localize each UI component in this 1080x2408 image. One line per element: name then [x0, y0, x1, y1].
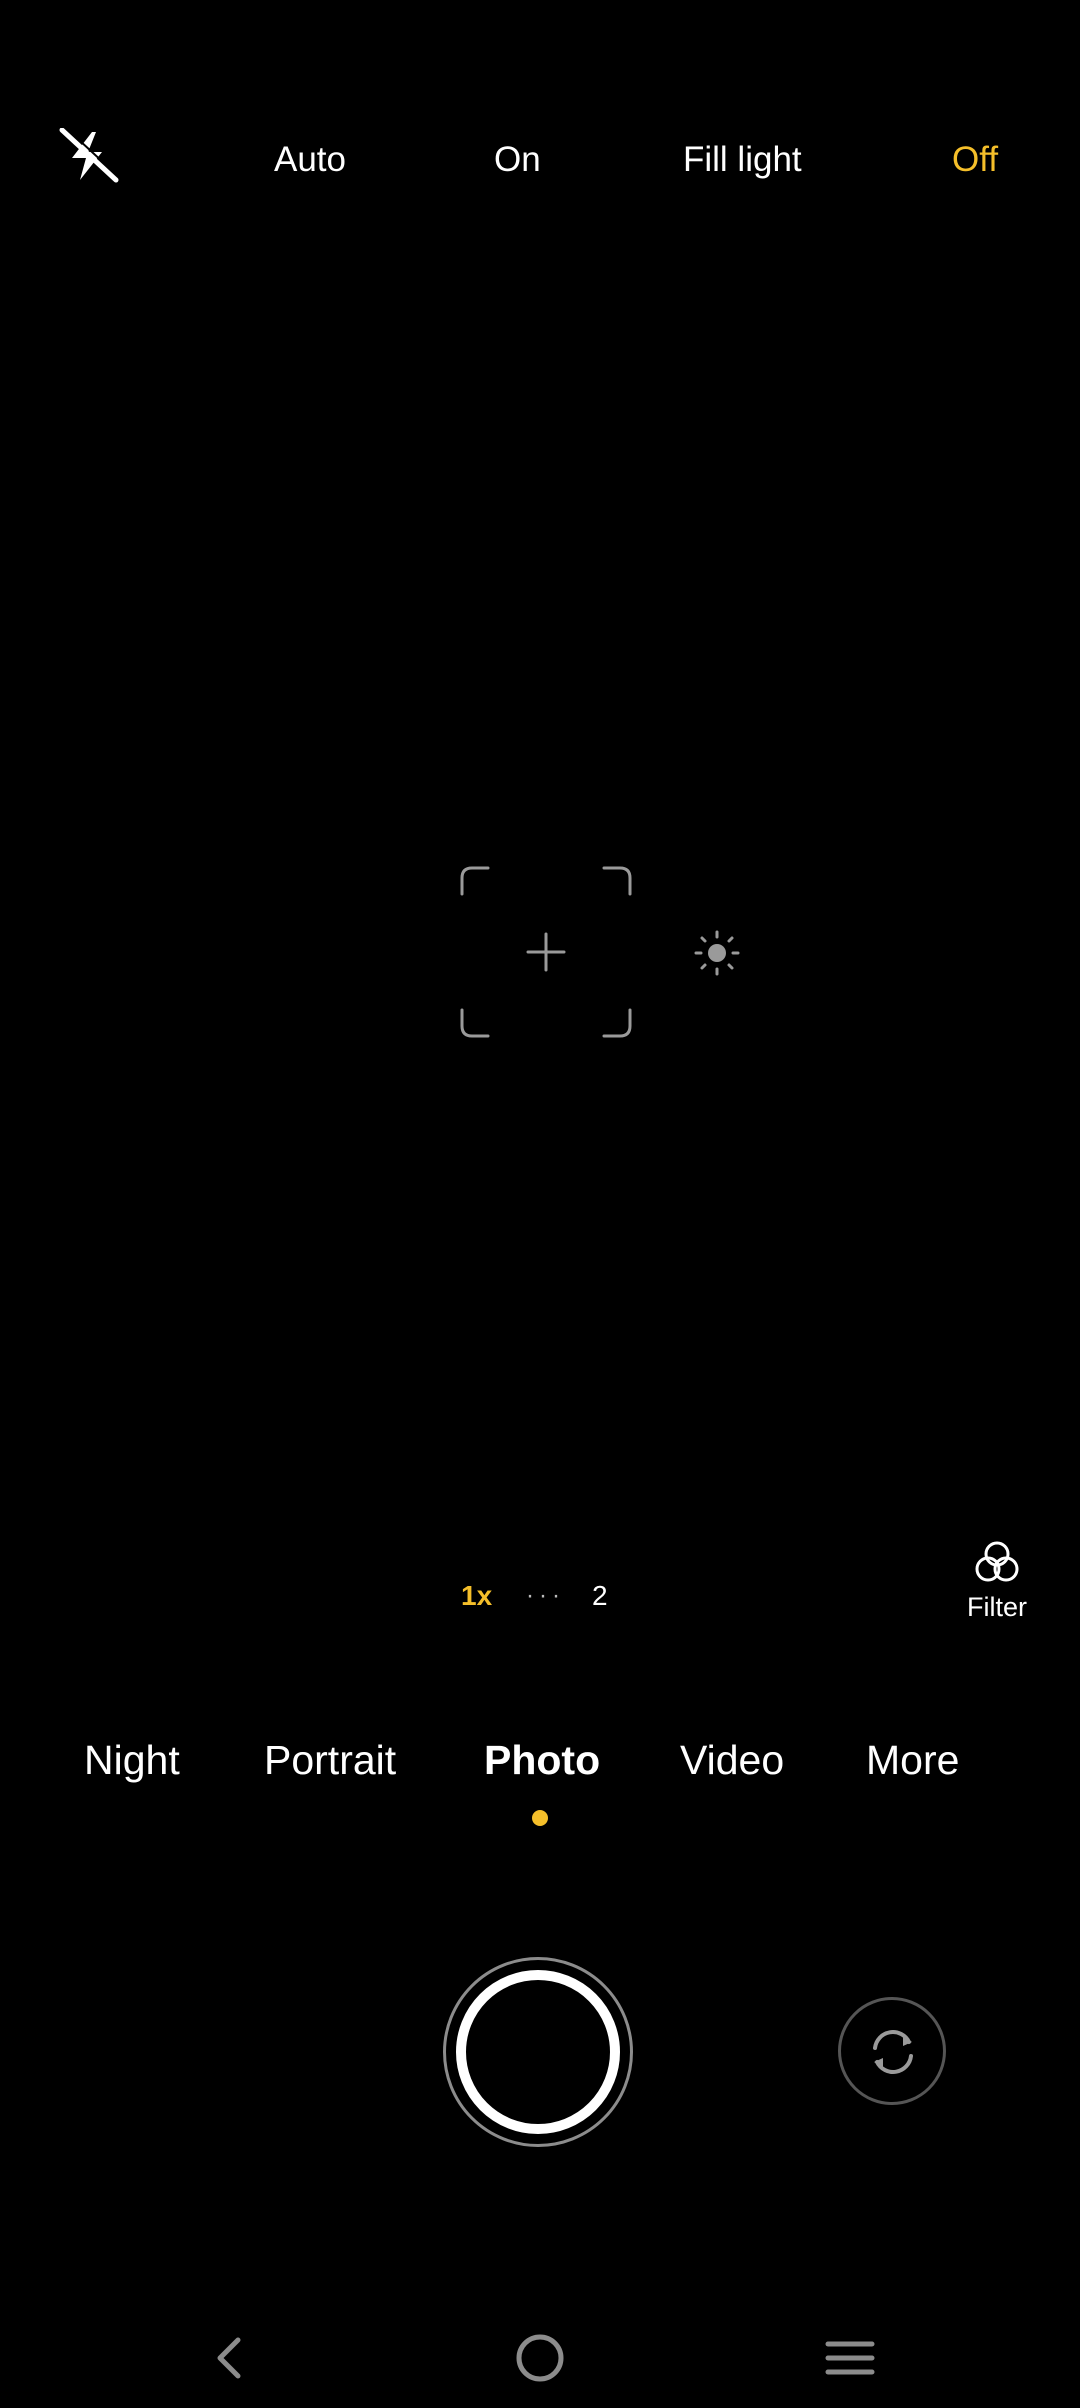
- selected-mode-indicator: [532, 1810, 548, 1826]
- filter-icon: [975, 1541, 1019, 1582]
- shutter-icon: [456, 1970, 620, 2134]
- back-icon[interactable]: [196, 2326, 260, 2390]
- zoom-2x-button[interactable]: 2: [592, 1575, 608, 1617]
- mode-portrait[interactable]: Portrait: [264, 1735, 396, 1785]
- flash-option-fill-light[interactable]: Fill light: [683, 136, 802, 184]
- flash-option-auto[interactable]: Auto: [274, 136, 346, 184]
- filter-label: Filter: [967, 1592, 1027, 1622]
- menu-icon[interactable]: [818, 2326, 882, 2390]
- mode-video[interactable]: Video: [680, 1735, 784, 1785]
- camera-screen: Auto On Fill light Off 1x ··· 2 Filter N…: [0, 0, 1080, 2408]
- sun-icon[interactable]: [693, 929, 741, 977]
- home-icon[interactable]: [508, 2326, 572, 2390]
- mode-night[interactable]: Night: [84, 1735, 180, 1785]
- filter-button[interactable]: Filter: [955, 1538, 1039, 1634]
- flash-option-off[interactable]: Off: [952, 136, 998, 184]
- mode-photo[interactable]: Photo: [484, 1735, 600, 1785]
- zoom-dots: ···: [526, 1582, 565, 1609]
- shutter-button[interactable]: [443, 1957, 633, 2147]
- switch-camera-button[interactable]: [838, 1997, 946, 2105]
- zoom-1x-button[interactable]: 1x: [461, 1575, 492, 1617]
- flash-option-on[interactable]: On: [494, 136, 541, 184]
- switch-camera-icon: [873, 2030, 913, 2074]
- focus-frame-icon: [458, 864, 634, 1040]
- flash-off-icon[interactable]: [58, 126, 122, 184]
- mode-more[interactable]: More: [866, 1735, 959, 1785]
